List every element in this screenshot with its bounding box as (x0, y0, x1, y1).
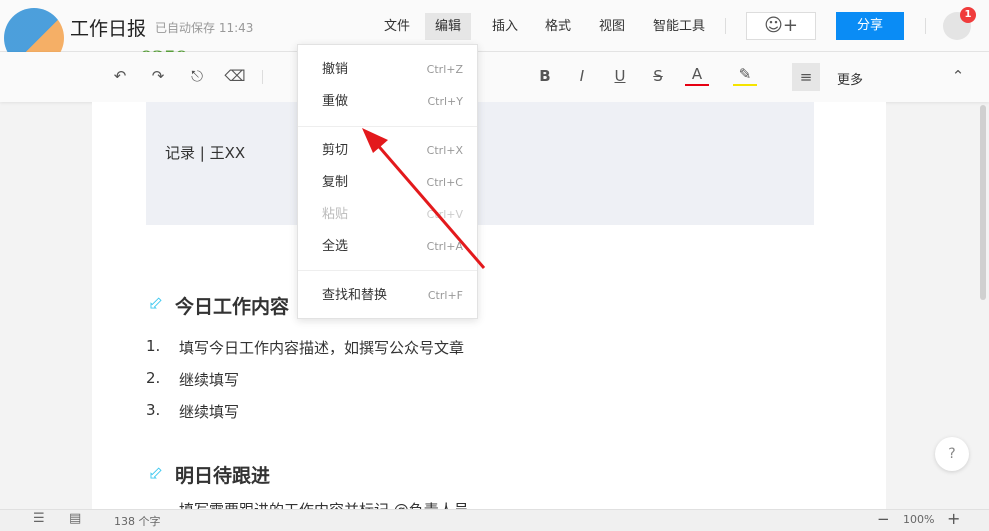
red-arrow-annotation (362, 128, 486, 269)
word-count: 138 个字 (114, 515, 161, 528)
scrollbar-thumb[interactable] (980, 105, 986, 300)
zoom-level: 100% (903, 513, 935, 526)
outline-icon[interactable]: ☰ (33, 511, 45, 526)
zoom-in-button[interactable]: + (947, 509, 960, 528)
document-icon[interactable]: ▤ (69, 511, 81, 526)
zoom-out-button[interactable]: − (877, 510, 890, 528)
help-button[interactable]: ? (935, 437, 969, 471)
